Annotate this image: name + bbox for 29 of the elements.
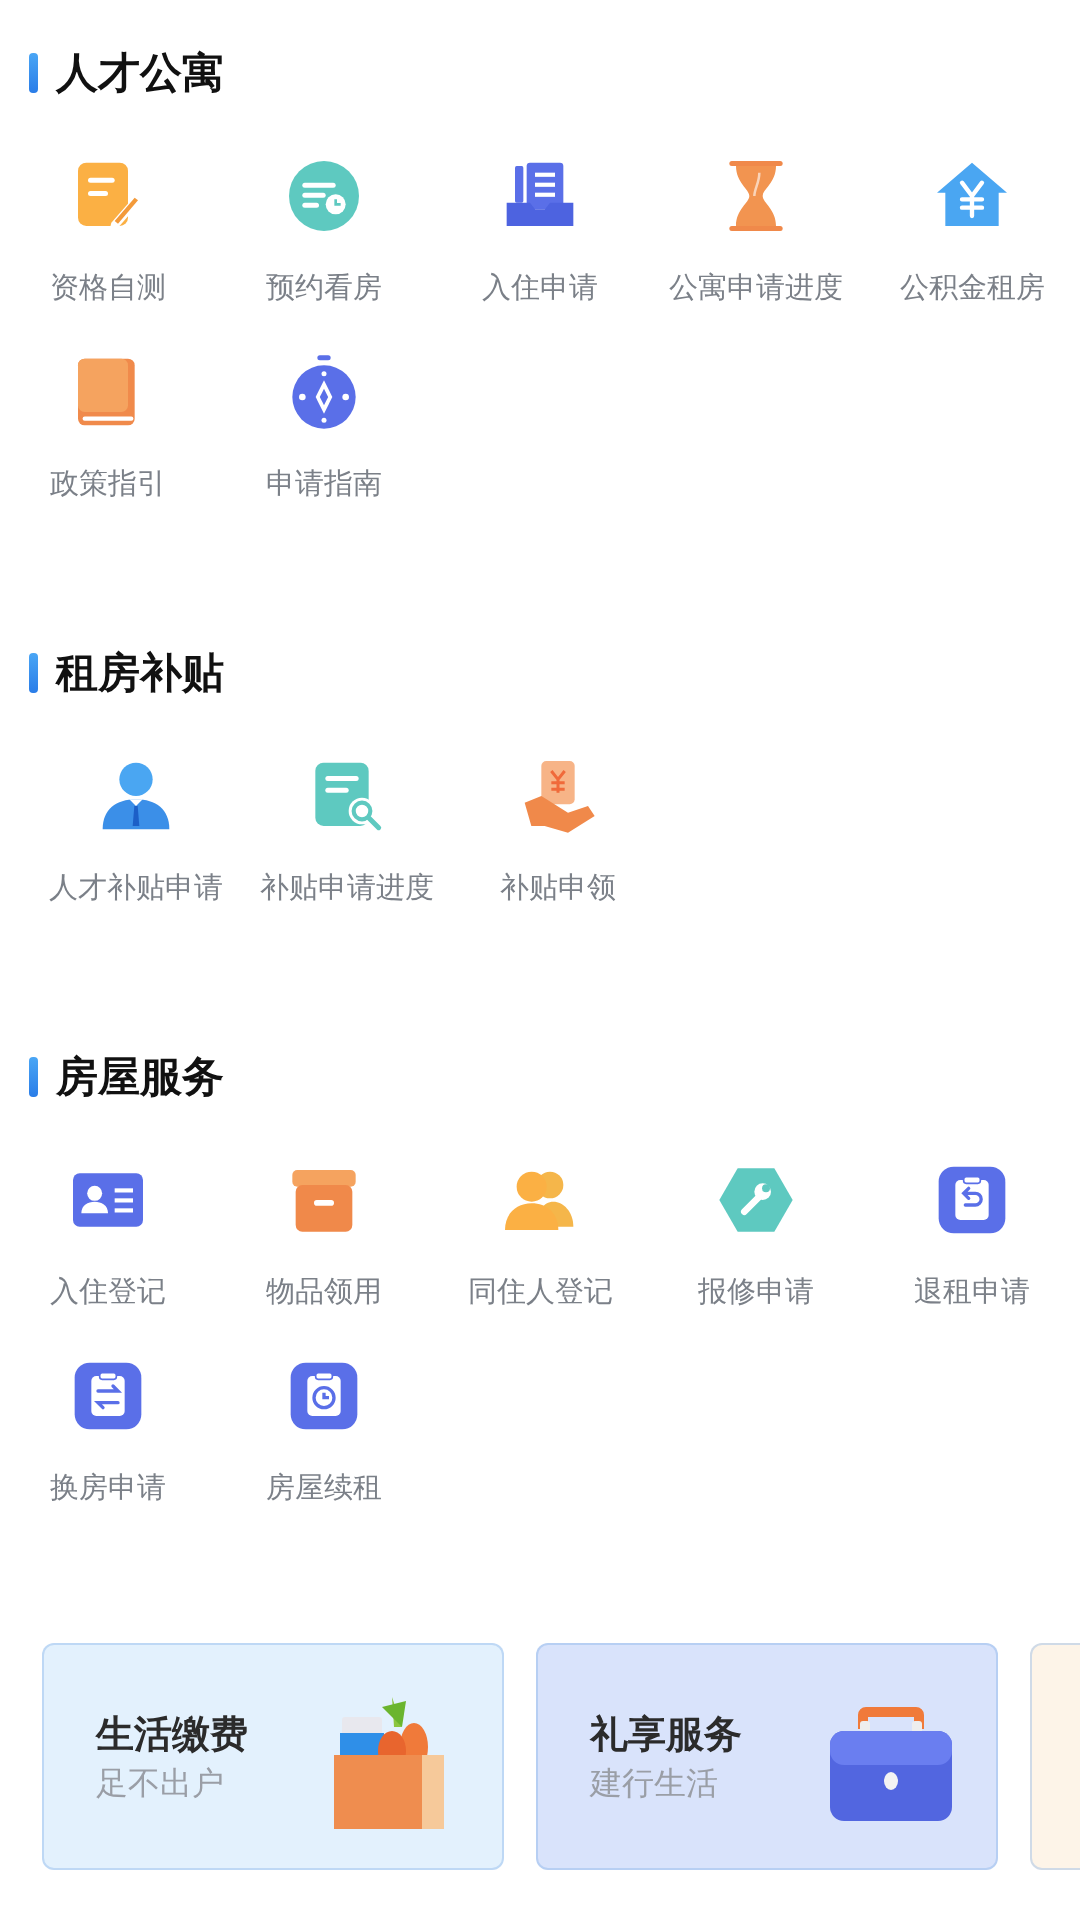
- service-label[interactable]: 人才补贴申请: [48, 869, 223, 905]
- promo-card[interactable]: 生活缴费 足不出户: [42, 1643, 504, 1870]
- title-accent-bar: [29, 1057, 38, 1097]
- service-label[interactable]: 报修申请: [698, 1273, 814, 1309]
- card-subtitle: 建行生活: [590, 1762, 719, 1804]
- service-label[interactable]: 入住登记: [50, 1273, 166, 1309]
- title-accent-bar: [29, 653, 38, 693]
- promo-card[interactable]: 礼享服务 建行生活: [536, 1643, 998, 1870]
- service-label[interactable]: 房屋续租: [266, 1469, 382, 1505]
- service-label[interactable]: 同住人登记: [467, 1273, 613, 1309]
- card-title: 礼享服务: [590, 1710, 742, 1758]
- card-title: 生活缴费: [96, 1710, 248, 1758]
- service-label[interactable]: 物品领用: [266, 1273, 382, 1309]
- service-label[interactable]: 公寓申请进度: [669, 269, 843, 305]
- service-label[interactable]: 退租申请: [914, 1273, 1030, 1309]
- section-title: 人才公寓: [56, 48, 224, 98]
- card-subtitle: 足不出户: [96, 1762, 225, 1804]
- service-label[interactable]: 入住申请: [482, 269, 598, 305]
- service-label[interactable]: 补贴申请进度: [259, 869, 434, 905]
- service-label[interactable]: 公积金租房: [899, 269, 1045, 305]
- service-label[interactable]: 补贴申领: [499, 869, 616, 905]
- section-title: 租房补贴: [56, 648, 224, 698]
- section-title: 房屋服务: [56, 1052, 224, 1102]
- title-accent-bar: [29, 53, 38, 93]
- service-label[interactable]: 资格自测: [50, 269, 166, 305]
- service-label[interactable]: 申请指南: [266, 465, 382, 501]
- service-label[interactable]: 换房申请: [50, 1469, 166, 1505]
- service-label[interactable]: 政策指引: [50, 465, 166, 501]
- service-label[interactable]: 预约看房: [266, 269, 382, 305]
